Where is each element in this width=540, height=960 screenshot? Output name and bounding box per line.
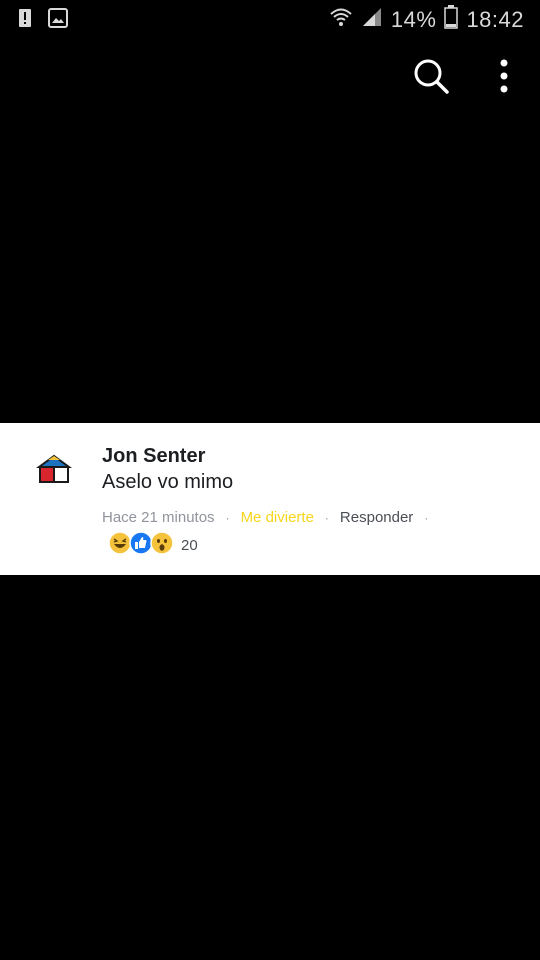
comment-text: Aselo vo mimo [102,471,234,493]
reaction-button[interactable]: Me divierte [241,509,314,526]
clock: 18:42 [466,6,524,32]
reaction-summary[interactable]: 20 [108,531,198,560]
battery-icon [444,5,459,34]
avatar[interactable] [35,453,73,485]
haha-icon [108,531,132,560]
separator-dot: · [225,510,230,525]
search-icon [410,59,452,101]
battery-percent: 14% [390,6,437,32]
comment-time[interactable]: Hace 21 minutos [102,509,215,526]
house-logo-icon [35,454,73,489]
like-icon [129,531,153,560]
comment-author[interactable]: Jon Senter [102,445,205,468]
image-icon [48,8,68,33]
alert-icon [18,8,32,33]
more-options-button[interactable] [488,55,520,97]
signal-icon [361,6,383,33]
top-toolbar [0,52,540,98]
wifi-icon [329,5,353,34]
separator-dot: · [324,510,329,525]
reaction-count: 20 [181,537,198,554]
comment-meta: Hace 21 minutos · Me divierte · Responde… [102,509,439,526]
separator-dot: · [424,510,429,525]
wow-icon [150,531,174,560]
comment-card: Jon Senter Aselo vo mimo Hace 21 minutos… [0,423,540,575]
more-vert-icon [488,59,520,101]
status-bar: 14% 18:42 [0,0,540,38]
reply-button[interactable]: Responder [340,509,413,526]
search-button[interactable] [410,55,452,97]
